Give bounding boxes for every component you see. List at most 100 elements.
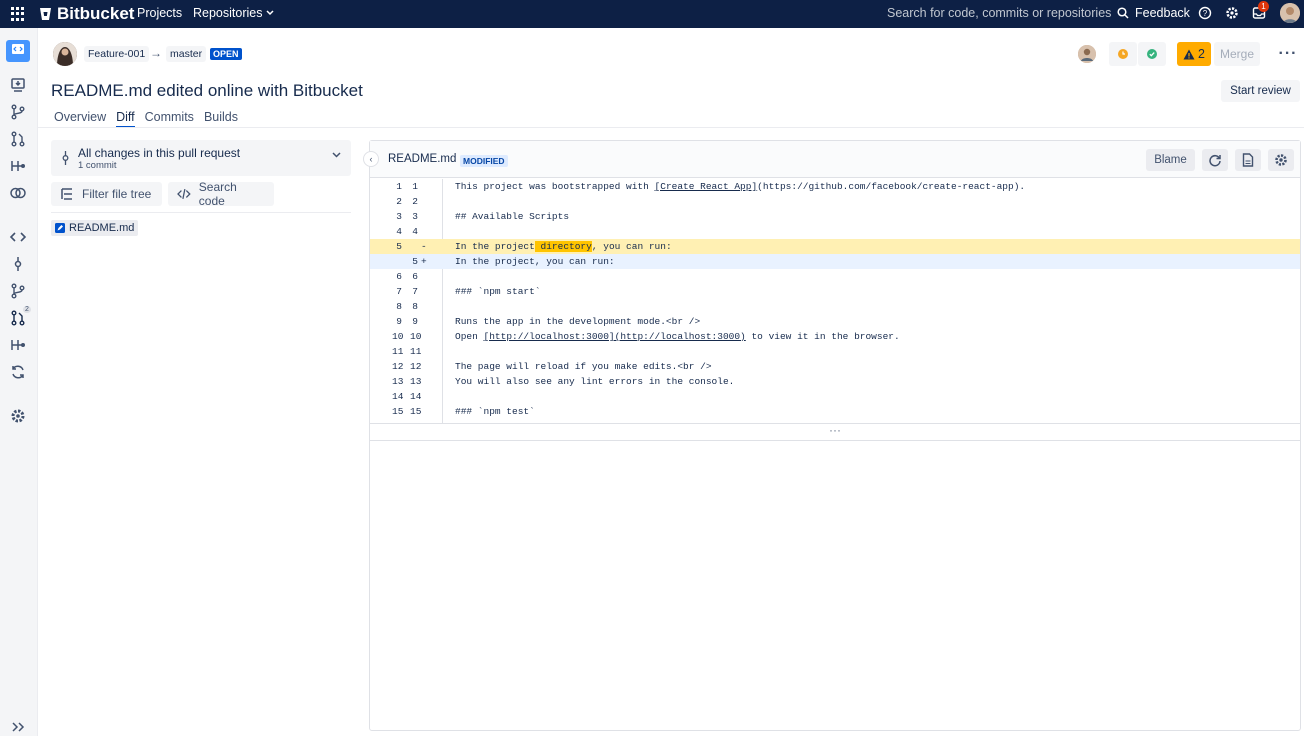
diff-line[interactable]: 13 13 You will also see any lint errors in…: [370, 374, 1300, 389]
changes-selector[interactable]: All changes in this pull request 1 commi…: [51, 140, 351, 176]
new-line-number: 14: [410, 391, 422, 402]
bitbucket-logo[interactable]: Bitbucket: [39, 4, 134, 24]
merge-button[interactable]: Merge: [1214, 42, 1260, 66]
code-icon: [177, 188, 191, 200]
diff-file-name[interactable]: README.md: [388, 153, 456, 165]
user-avatar[interactable]: [1280, 3, 1300, 23]
diff-line[interactable]: 44: [370, 224, 1300, 239]
line-content: The page will reload if you make edits.<…: [455, 361, 712, 372]
arrow-right-icon: →: [150, 46, 162, 60]
sync-icon[interactable]: [9, 363, 27, 381]
diff-line[interactable]: 88: [370, 299, 1300, 314]
blame-button[interactable]: Blame: [1146, 149, 1195, 171]
old-line-number: 1: [396, 181, 402, 192]
header-divider: [38, 127, 1304, 128]
view-file-button[interactable]: [1235, 149, 1261, 171]
search-placeholder: Search for code, commits or repositories: [887, 6, 1112, 20]
notification-badge: 1: [1258, 1, 1269, 12]
check-circle-icon: [1147, 49, 1157, 59]
diff-settings-button[interactable]: [1268, 149, 1294, 171]
nav-projects[interactable]: Projects: [137, 6, 182, 20]
diff-line[interactable]: 7 7 ### `npm start`: [370, 284, 1300, 299]
new-line-number: 13: [410, 376, 422, 387]
reviewer-avatar[interactable]: [1078, 45, 1096, 63]
diff-line[interactable]: 1 1 This project was bootstrapped with [Cr…: [370, 179, 1300, 194]
chevron-down-icon: [332, 152, 341, 158]
svg-text:?: ?: [1203, 9, 1208, 18]
file-icon: [1242, 153, 1254, 167]
old-line-number: 5: [396, 241, 402, 252]
insights-icon[interactable]: [9, 184, 27, 202]
file-tree-item[interactable]: README.md: [51, 220, 139, 236]
project-sidebar: 2: [0, 28, 38, 736]
new-line-number: 10: [410, 331, 422, 342]
diff-line[interactable]: 9 9 Runs the app in the development mode.<…: [370, 314, 1300, 329]
new-line-number: 8: [412, 301, 418, 312]
more-actions-icon[interactable]: ···: [1275, 42, 1301, 66]
old-line-number: 2: [396, 196, 402, 207]
diff-line[interactable]: 11 11: [370, 344, 1300, 359]
merge-checks-warning-button[interactable]: 2: [1177, 42, 1211, 66]
commit-icon: [62, 151, 69, 165]
diff-line[interactable]: 3 3 ## Available Scripts: [370, 209, 1300, 224]
diff-line-added[interactable]: 5 + In the project, you can run:: [370, 254, 1300, 269]
settings-icon[interactable]: [1225, 6, 1239, 20]
repository-avatar-icon[interactable]: [11, 42, 25, 56]
diff-line[interactable]: 22: [370, 194, 1300, 209]
source-icon[interactable]: [9, 76, 27, 94]
file-tree-divider: [51, 212, 351, 213]
commits-icon[interactable]: [9, 255, 27, 273]
changes-title: All changes in this pull request: [78, 146, 241, 160]
expand-sidebar-icon[interactable]: [9, 718, 27, 736]
search-code-button[interactable]: Search code: [168, 180, 274, 208]
diff-line[interactable]: 12 12 The page will reload if you make edi…: [370, 359, 1300, 374]
search-code-label: Search code: [198, 180, 237, 208]
build-in-progress-status[interactable]: [1109, 42, 1137, 66]
diff-line[interactable]: 10 10 Open [http://localhost:3000](http://…: [370, 329, 1300, 344]
tab-overview[interactable]: Overview: [54, 110, 106, 128]
diff-line[interactable]: 14 14: [370, 389, 1300, 404]
start-review-button[interactable]: Start review: [1221, 80, 1300, 102]
gear-icon: [1275, 154, 1287, 166]
pull-requests-icon[interactable]: [9, 130, 27, 148]
old-line-number: 6: [396, 271, 402, 282]
tab-diff[interactable]: Diff: [116, 110, 135, 128]
nav-repositories[interactable]: Repositories: [193, 6, 275, 20]
new-line-number: 6: [412, 271, 418, 282]
diff-line-removed[interactable]: 5 - In the project directory, you can run:: [370, 239, 1300, 254]
repository-settings-icon[interactable]: [9, 407, 27, 425]
filter-file-tree-button[interactable]: Filter file tree: [51, 182, 162, 206]
tab-builds[interactable]: Builds: [204, 110, 238, 128]
new-line-number: 9: [412, 316, 418, 327]
pr-author-avatar[interactable]: [53, 42, 77, 66]
filter-file-tree-label: Filter file tree: [82, 187, 152, 201]
markdown-link[interactable]: [http://localhost:3000](http://localhost…: [484, 331, 746, 342]
branches-icon[interactable]: [9, 103, 27, 121]
diff-panel: ‹ README.md MODIFIED Blame 1 1 This projec…: [363, 140, 1301, 731]
collapse-sidebar-icon[interactable]: ‹: [363, 151, 379, 167]
target-branch[interactable]: master: [166, 46, 207, 62]
bitbucket-icon: [40, 8, 51, 20]
diff-marker: +: [421, 256, 427, 267]
feedback-link[interactable]: Feedback: [1135, 6, 1190, 20]
pipelines-icon[interactable]: [9, 157, 27, 175]
new-line-number: 4: [412, 226, 418, 237]
deployments-icon[interactable]: [9, 336, 27, 354]
refresh-diff-button[interactable]: [1202, 149, 1228, 171]
build-success-status[interactable]: [1138, 42, 1166, 66]
diff-line[interactable]: 66: [370, 269, 1300, 284]
expand-context-button[interactable]: ···: [370, 423, 1300, 441]
help-icon[interactable]: ?: [1198, 6, 1212, 20]
markdown-link[interactable]: [Create React App]: [655, 181, 758, 192]
tab-commits[interactable]: Commits: [145, 110, 194, 128]
branch-icon[interactable]: [9, 282, 27, 300]
source-branch[interactable]: Feature-001: [84, 46, 150, 62]
code-icon[interactable]: [9, 228, 27, 246]
line-content: ## Available Scripts: [455, 211, 570, 222]
diff-line[interactable]: 15 15 ### `npm test`: [370, 404, 1300, 419]
line-text: Open: [455, 331, 484, 342]
global-search[interactable]: Search for code, commits or repositories: [887, 6, 1129, 20]
new-line-number: 1: [412, 181, 418, 192]
line-content: In the project, you can run:: [455, 256, 615, 267]
app-switcher-icon[interactable]: [11, 7, 25, 21]
